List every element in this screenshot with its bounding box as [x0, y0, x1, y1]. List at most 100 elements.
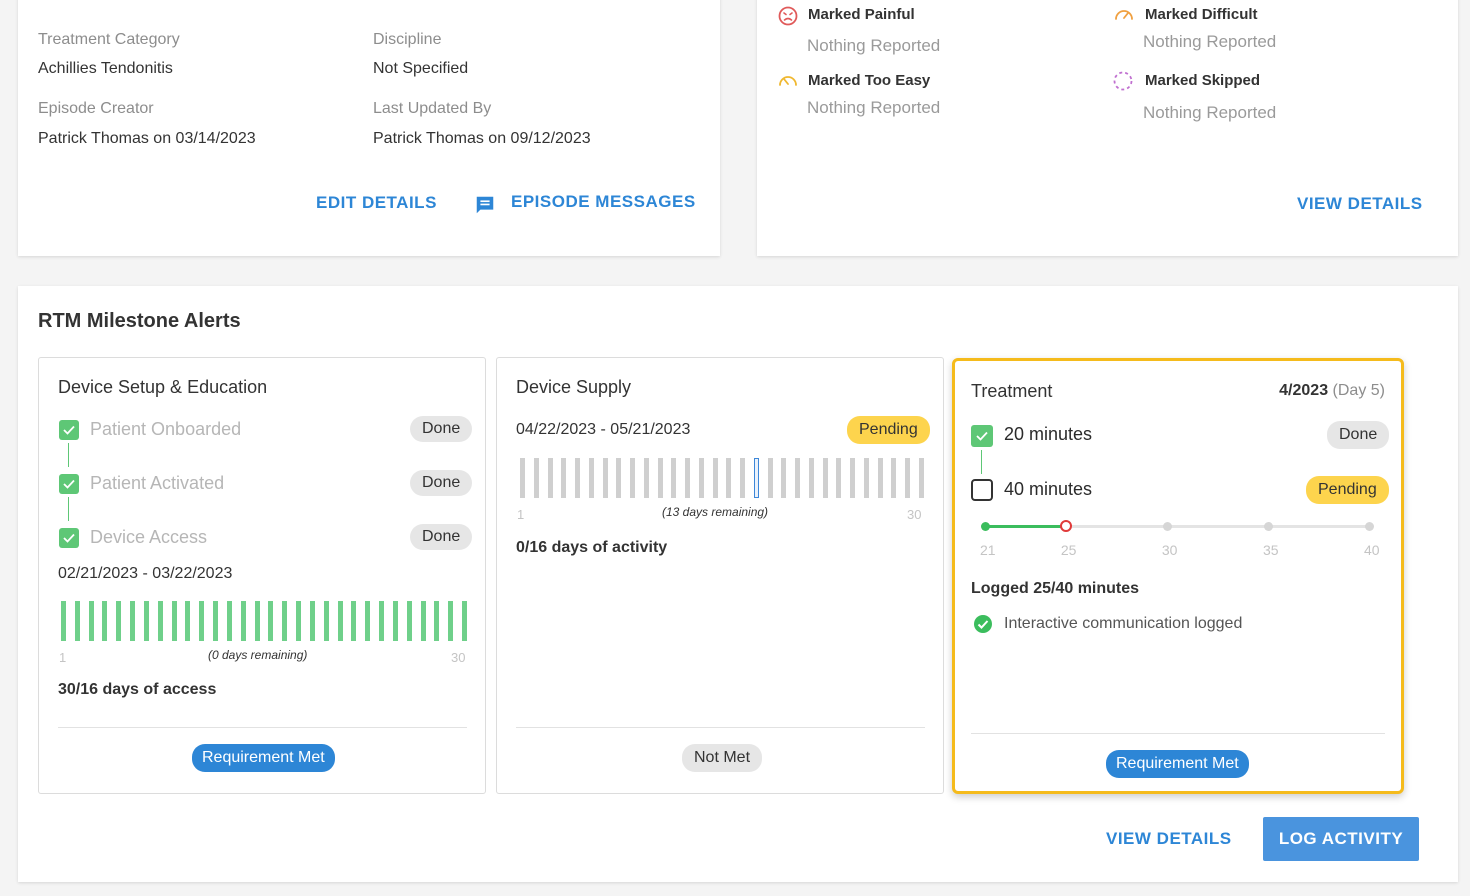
- day-bar: [657, 458, 663, 498]
- gauge-low-icon: [777, 70, 797, 90]
- activity-day-bars: [520, 458, 924, 498]
- slider-fill: [985, 525, 1066, 528]
- days-remaining: (13 days remaining): [662, 505, 769, 519]
- day-bar: [88, 601, 94, 641]
- edit-details-button[interactable]: EDIT DETAILS: [316, 193, 437, 213]
- date-range: 02/21/2023 - 03/22/2023: [58, 565, 233, 582]
- status-badge: Pending: [847, 416, 930, 444]
- episode-details-card: Treatment Category Achillies Tendonitis …: [18, 0, 720, 256]
- day-bar: [406, 601, 412, 641]
- day-bar: [905, 458, 911, 498]
- step-check-icon: [59, 420, 79, 440]
- day-bar: [309, 601, 315, 641]
- axis-start: 1: [59, 650, 67, 665]
- slider-dot: [1365, 522, 1374, 531]
- day-bar: [185, 601, 191, 641]
- exercise-feedback-card: Marked Painful Nothing Reported Marked D…: [757, 0, 1458, 256]
- slider-dot: [1263, 522, 1273, 531]
- episode-creator-label: Episode Creator: [38, 100, 154, 117]
- episode-creator-value: Patrick Thomas on 03/14/2023: [38, 130, 256, 147]
- device-setup-card: Device Setup & Education Patient Onboard…: [38, 357, 486, 794]
- episode-messages-label: EPISODE MESSAGES: [511, 192, 696, 211]
- current-day-bar: [753, 458, 759, 498]
- day-bar: [171, 601, 177, 641]
- step-checkbox[interactable]: [971, 479, 993, 501]
- day-bar: [130, 601, 136, 641]
- day-bar: [143, 601, 149, 641]
- device-supply-card: Device Supply 04/22/2023 - 05/21/2023 Pe…: [496, 357, 944, 794]
- divider: [516, 727, 925, 728]
- skipped-circle-icon: [1113, 71, 1133, 91]
- slider-tick-label: 40: [1364, 542, 1380, 558]
- discipline-value: Not Specified: [373, 60, 469, 77]
- marked-difficult-label: Marked Difficult: [1145, 6, 1258, 23]
- requirement-badge: Not Met: [682, 744, 763, 772]
- slider-tick-label: 35: [1262, 542, 1279, 558]
- day-bar: [434, 601, 440, 641]
- day-bar: [74, 601, 80, 641]
- day-bar: [199, 601, 205, 641]
- axis-start: 1: [517, 507, 525, 522]
- slider-tick-label: 30: [1161, 542, 1178, 558]
- slider-dot: [1162, 522, 1172, 531]
- day-bar: [795, 458, 801, 498]
- day-bar: [282, 601, 288, 641]
- day-bar: [520, 458, 525, 498]
- step-label: Patient Onboarded: [90, 419, 242, 439]
- status-badge: Done: [1327, 421, 1390, 449]
- axis-end: 30: [451, 650, 466, 665]
- step-connector: [981, 450, 982, 474]
- section-title: RTM Milestone Alerts: [38, 310, 241, 332]
- day-bar: [891, 458, 897, 498]
- message-icon: [474, 194, 496, 221]
- marked-too-easy-label: Marked Too Easy: [808, 72, 931, 89]
- step-label: Patient Activated: [90, 473, 225, 493]
- log-activity-button[interactable]: LOG ACTIVITY: [1263, 817, 1419, 861]
- date-range: 04/22/2023 - 05/21/2023: [516, 421, 691, 438]
- step-label: Device Access: [90, 527, 208, 547]
- day-bar: [226, 601, 232, 641]
- step-label: 20 minutes: [1004, 424, 1093, 444]
- day-bar: [671, 458, 677, 498]
- day-bar: [643, 458, 649, 498]
- day-bar: [602, 458, 608, 498]
- access-stat: 30/16 days of access: [58, 681, 217, 698]
- discipline-label: Discipline: [373, 31, 442, 48]
- day-bar: [533, 458, 539, 498]
- day-bar: [392, 601, 398, 641]
- device-setup-title: Device Setup & Education: [58, 377, 268, 397]
- day-bar: [337, 601, 343, 641]
- treatment-category-label: Treatment Category: [38, 31, 180, 48]
- day-bar: [781, 458, 787, 498]
- days-remaining: (0 days remaining): [208, 648, 308, 662]
- slider-tick-label: 21: [980, 542, 996, 558]
- rtm-view-details-button[interactable]: VIEW DETAILS: [1106, 829, 1232, 849]
- day-bar: [630, 458, 636, 498]
- feedback-view-details-button[interactable]: VIEW DETAILS: [1297, 194, 1423, 214]
- treatment-period: 4/2023 (Day 5): [1279, 382, 1385, 400]
- slider-start-dot: [981, 522, 990, 531]
- day-bar: [616, 458, 622, 498]
- step-check-icon[interactable]: [971, 425, 993, 447]
- logged-minutes: Logged 25/40 minutes: [971, 580, 1140, 597]
- day-bar: [822, 458, 828, 498]
- last-updated-value: Patrick Thomas on 09/12/2023: [373, 130, 591, 147]
- day-bar: [268, 601, 274, 641]
- requirement-badge: Requirement Met: [192, 744, 335, 772]
- day-bar: [102, 601, 108, 641]
- day-bar: [877, 458, 883, 498]
- day-bar: [351, 601, 357, 641]
- axis-end: 30: [907, 507, 922, 522]
- treatment-title: Treatment: [971, 381, 1053, 401]
- step-check-icon: [59, 528, 79, 548]
- last-updated-label: Last Updated By: [373, 100, 492, 117]
- status-badge: Done: [410, 524, 473, 550]
- marked-painful-value: Nothing Reported: [807, 36, 941, 55]
- day-bar: [685, 458, 691, 498]
- day-bar: [575, 458, 581, 498]
- day-bar: [767, 458, 773, 498]
- status-badge: Done: [410, 416, 473, 442]
- painful-face-icon: [778, 6, 798, 26]
- day-bar: [365, 601, 371, 641]
- minutes-progress-slider: [981, 520, 1374, 533]
